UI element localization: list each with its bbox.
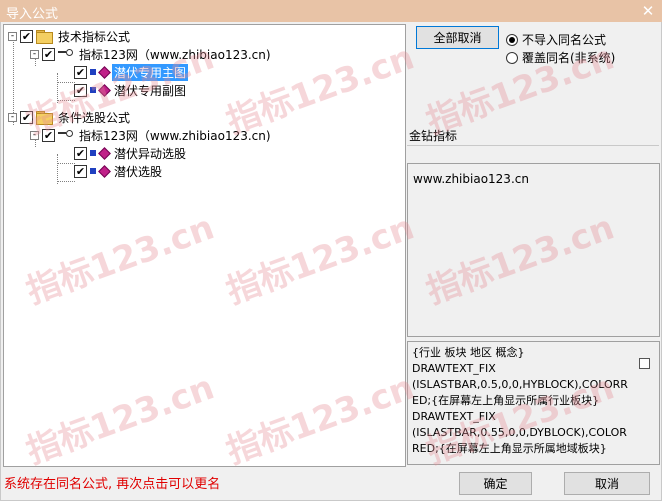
tree-node-stock-selection[interactable]: - ✔ 条件选股公式 [8, 108, 132, 126]
code-checkbox[interactable] [639, 358, 650, 369]
checkbox-checked-icon[interactable]: ✔ [20, 29, 33, 43]
key-icon [58, 49, 74, 59]
formula-url: www.zhibiao123.cn [413, 172, 529, 186]
cancel-button[interactable]: 取消 [564, 472, 650, 495]
formula-description: www.zhibiao123.cn [407, 163, 660, 337]
formula-gem-icon [98, 85, 109, 96]
collapse-icon[interactable]: - [8, 112, 17, 122]
formula-gem-icon [98, 67, 109, 78]
radio-label: 覆盖同名(非系统) [522, 51, 616, 65]
tree-connector [57, 100, 75, 101]
radio-selected-icon[interactable] [506, 33, 518, 46]
checkbox-checked-icon[interactable]: ✔ [74, 164, 87, 178]
tree-node-label: 指标123网（www.zhibiao123.cn) [79, 128, 271, 143]
tree-node-sub-chart[interactable]: ✔ 潜伏专用副图 [74, 81, 188, 99]
divider [407, 145, 659, 146]
formula-gem-icon [98, 166, 109, 177]
checkbox-checked-icon[interactable]: ✔ [74, 83, 87, 97]
tree-node-label: 潜伏专用主图 [112, 63, 189, 81]
tree-node-label: 技术指标公式 [58, 29, 131, 44]
tree-connector [57, 73, 58, 103]
folder-icon [36, 30, 53, 44]
formula-code[interactable]: {行业 板块 地区 概念} DRAWTEXT_FIX (ISLASTBAR,0.… [407, 341, 660, 465]
tree-node-label: 指标123网（www.zhibiao123.cn) [79, 47, 271, 62]
tree-node-zhibiao-site[interactable]: - ✔ 指标123网（www.zhibiao123.cn) [30, 45, 273, 63]
title-bar: 导入公式 ✕ [0, 0, 662, 22]
tree-node-label: 潜伏异动选股 [114, 146, 187, 161]
checkbox-checked-icon[interactable]: ✔ [42, 47, 55, 61]
formula-marker-icon [90, 168, 96, 174]
tree-node-abnormal-selection[interactable]: ✔ 潜伏异动选股 [74, 144, 188, 162]
formula-name: 金钻指标 [409, 129, 458, 143]
formula-code-text: {行业 板块 地区 概念} DRAWTEXT_FIX (ISLASTBAR,0.… [412, 346, 628, 455]
formula-marker-icon [90, 87, 96, 93]
tree-node-main-chart[interactable]: ✔ 潜伏专用主图 [74, 63, 189, 81]
checkbox-checked-icon[interactable]: ✔ [20, 110, 33, 124]
formula-marker-icon [90, 69, 96, 75]
tree-node-zhibiao-site-2[interactable]: - ✔ 指标123网（www.zhibiao123.cn) [30, 126, 273, 144]
window-title: 导入公式 [6, 7, 59, 22]
checkbox-checked-icon[interactable]: ✔ [74, 146, 87, 160]
tree-connector [57, 154, 58, 184]
radio-no-import[interactable]: 不导入同名公式 [506, 31, 606, 48]
formula-gem-icon [98, 148, 109, 159]
radio-label: 不导入同名公式 [522, 33, 607, 47]
tree-node-label: 潜伏专用副图 [114, 83, 187, 98]
tree-connector [57, 163, 75, 164]
tree-node-label: 条件选股公式 [58, 110, 131, 125]
formula-tree[interactable]: - ✔ 技术指标公式 - ✔ 指标123网（www.zhibiao123.cn)… [3, 24, 406, 467]
tree-node-latent-selection[interactable]: ✔ 潜伏选股 [74, 162, 164, 180]
tree-node-label: 潜伏选股 [114, 164, 163, 179]
checkbox-checked-icon[interactable]: ✔ [42, 128, 55, 142]
tree-node-tech-formulas[interactable]: - ✔ 技术指标公式 [8, 27, 132, 45]
tree-connector [57, 82, 75, 83]
cancel-all-button[interactable]: 全部取消 [416, 26, 499, 49]
tree-connector [57, 181, 75, 182]
checkbox-checked-icon[interactable]: ✔ [74, 65, 87, 79]
dialog-body: - ✔ 技术指标公式 - ✔ 指标123网（www.zhibiao123.cn)… [0, 22, 662, 501]
collapse-icon[interactable]: - [30, 49, 39, 59]
close-icon[interactable]: ✕ [638, 1, 658, 21]
key-icon [58, 130, 74, 140]
radio-unselected-icon[interactable] [506, 51, 518, 64]
ok-button[interactable]: 确定 [459, 472, 532, 495]
collapse-icon[interactable]: - [30, 130, 39, 140]
folder-icon [36, 111, 53, 125]
collapse-icon[interactable]: - [8, 31, 17, 41]
radio-overwrite[interactable]: 覆盖同名(非系统) [506, 49, 615, 66]
formula-marker-icon [90, 150, 96, 156]
status-message: 系统存在同名公式, 再次点击可以更名 [4, 477, 221, 492]
